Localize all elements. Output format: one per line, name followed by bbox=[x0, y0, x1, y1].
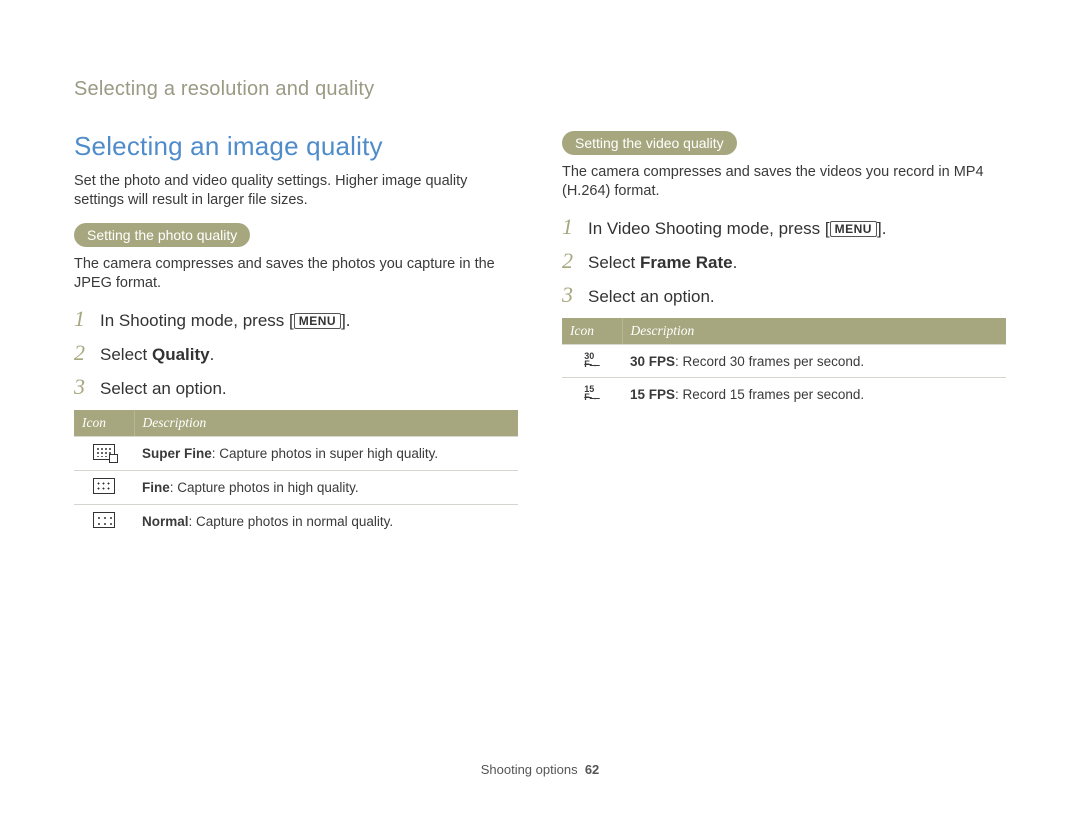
step-text: Select Quality. bbox=[100, 345, 214, 365]
text-fragment: : Capture photos in normal quality. bbox=[189, 514, 394, 529]
description-cell: Super Fine: Capture photos in super high… bbox=[134, 437, 518, 471]
menu-icon: MENU bbox=[830, 221, 877, 237]
step-3: 3 Select an option. bbox=[74, 374, 518, 400]
quality-icon-cell bbox=[74, 437, 134, 471]
table-row: 30F 30 FPS: Record 30 frames per second. bbox=[562, 345, 1006, 378]
step-text: Select Frame Rate. bbox=[588, 253, 737, 273]
table-header-row: Icon Description bbox=[74, 410, 518, 437]
description-cell: Fine: Capture photos in high quality. bbox=[134, 471, 518, 505]
right-column: Setting the video quality The camera com… bbox=[562, 131, 1006, 538]
fps-15-icon: 15F bbox=[584, 385, 600, 402]
step-text: In Video Shooting mode, press [MENU]. bbox=[588, 219, 886, 239]
text-fragment: In Shooting mode, press [ bbox=[100, 311, 294, 330]
step-number: 2 bbox=[74, 340, 100, 366]
fine-icon bbox=[93, 478, 115, 494]
text-fragment: : Capture photos in super high quality. bbox=[212, 446, 438, 461]
table-header-row: Icon Description bbox=[562, 318, 1006, 345]
breadcrumb: Selecting a resolution and quality bbox=[74, 78, 1006, 101]
header-icon: Icon bbox=[562, 318, 622, 345]
text-fragment: Select bbox=[100, 345, 152, 364]
header-description: Description bbox=[134, 410, 518, 437]
text-fragment: . bbox=[733, 253, 738, 272]
text-fragment: : Record 15 frames per second. bbox=[675, 387, 864, 402]
video-quality-pill: Setting the video quality bbox=[562, 131, 737, 155]
text-fragment: ]. bbox=[877, 219, 886, 238]
photo-steps: 1 In Shooting mode, press [MENU]. 2 Sele… bbox=[74, 306, 518, 400]
table-row: 15F 15 FPS: Record 15 frames per second. bbox=[562, 378, 1006, 411]
footer-section-label: Shooting options bbox=[481, 762, 578, 777]
manual-page: Selecting a resolution and quality Selec… bbox=[0, 0, 1080, 538]
step-1: 1 In Shooting mode, press [MENU]. bbox=[74, 306, 518, 332]
table-row: Normal: Capture photos in normal quality… bbox=[74, 505, 518, 539]
section-title: Selecting an image quality bbox=[74, 131, 518, 162]
step-1: 1 In Video Shooting mode, press [MENU]. bbox=[562, 214, 1006, 240]
photo-quality-table: Icon Description Super Fine: Capture pho… bbox=[74, 410, 518, 538]
text-fragment: : Capture photos in high quality. bbox=[170, 480, 359, 495]
video-paragraph: The camera compresses and saves the vide… bbox=[562, 163, 1006, 200]
step-2: 2 Select Frame Rate. bbox=[562, 248, 1006, 274]
text-bold: Quality bbox=[152, 345, 210, 364]
description-cell: 30 FPS: Record 30 frames per second. bbox=[622, 345, 1006, 378]
normal-icon bbox=[93, 512, 115, 528]
content-columns: Selecting an image quality Set the photo… bbox=[74, 131, 1006, 538]
text-bold: Fine bbox=[142, 480, 170, 495]
step-number: 1 bbox=[562, 214, 588, 240]
fps-icon-cell: 15F bbox=[562, 378, 622, 411]
description-cell: 15 FPS: Record 15 frames per second. bbox=[622, 378, 1006, 411]
super-fine-icon bbox=[93, 444, 115, 460]
menu-icon: MENU bbox=[294, 313, 341, 329]
step-number: 1 bbox=[74, 306, 100, 332]
text-fragment: In Video Shooting mode, press [ bbox=[588, 219, 830, 238]
step-text: In Shooting mode, press [MENU]. bbox=[100, 311, 351, 331]
photo-quality-pill: Setting the photo quality bbox=[74, 223, 250, 247]
step-number: 3 bbox=[562, 282, 588, 308]
photo-paragraph: The camera compresses and saves the phot… bbox=[74, 255, 518, 292]
header-description: Description bbox=[622, 318, 1006, 345]
text-bold: Super Fine bbox=[142, 446, 212, 461]
video-fps-table: Icon Description 30F 30 FPS: Record 30 f… bbox=[562, 318, 1006, 410]
step-number: 3 bbox=[74, 374, 100, 400]
text-fragment: Select bbox=[588, 253, 640, 272]
fps-30-icon: 30F bbox=[584, 352, 600, 369]
text-bold: 15 FPS bbox=[630, 387, 675, 402]
text-fragment: : Record 30 frames per second. bbox=[675, 354, 864, 369]
text-bold: Normal bbox=[142, 514, 189, 529]
step-2: 2 Select Quality. bbox=[74, 340, 518, 366]
table-row: Fine: Capture photos in high quality. bbox=[74, 471, 518, 505]
description-cell: Normal: Capture photos in normal quality… bbox=[134, 505, 518, 539]
step-number: 2 bbox=[562, 248, 588, 274]
quality-icon-cell bbox=[74, 471, 134, 505]
text-bold: 30 FPS bbox=[630, 354, 675, 369]
text-fragment: ]. bbox=[341, 311, 350, 330]
page-footer: Shooting options 62 bbox=[0, 762, 1080, 777]
text-fragment: . bbox=[210, 345, 215, 364]
header-icon: Icon bbox=[74, 410, 134, 437]
video-steps: 1 In Video Shooting mode, press [MENU]. … bbox=[562, 214, 1006, 308]
quality-icon-cell bbox=[74, 505, 134, 539]
page-number: 62 bbox=[585, 762, 599, 777]
step-text: Select an option. bbox=[588, 287, 715, 307]
step-text: Select an option. bbox=[100, 379, 227, 399]
intro-paragraph: Set the photo and video quality settings… bbox=[74, 172, 518, 209]
step-3: 3 Select an option. bbox=[562, 282, 1006, 308]
left-column: Selecting an image quality Set the photo… bbox=[74, 131, 518, 538]
text-bold: Frame Rate bbox=[640, 253, 733, 272]
fps-icon-cell: 30F bbox=[562, 345, 622, 378]
table-row: Super Fine: Capture photos in super high… bbox=[74, 437, 518, 471]
